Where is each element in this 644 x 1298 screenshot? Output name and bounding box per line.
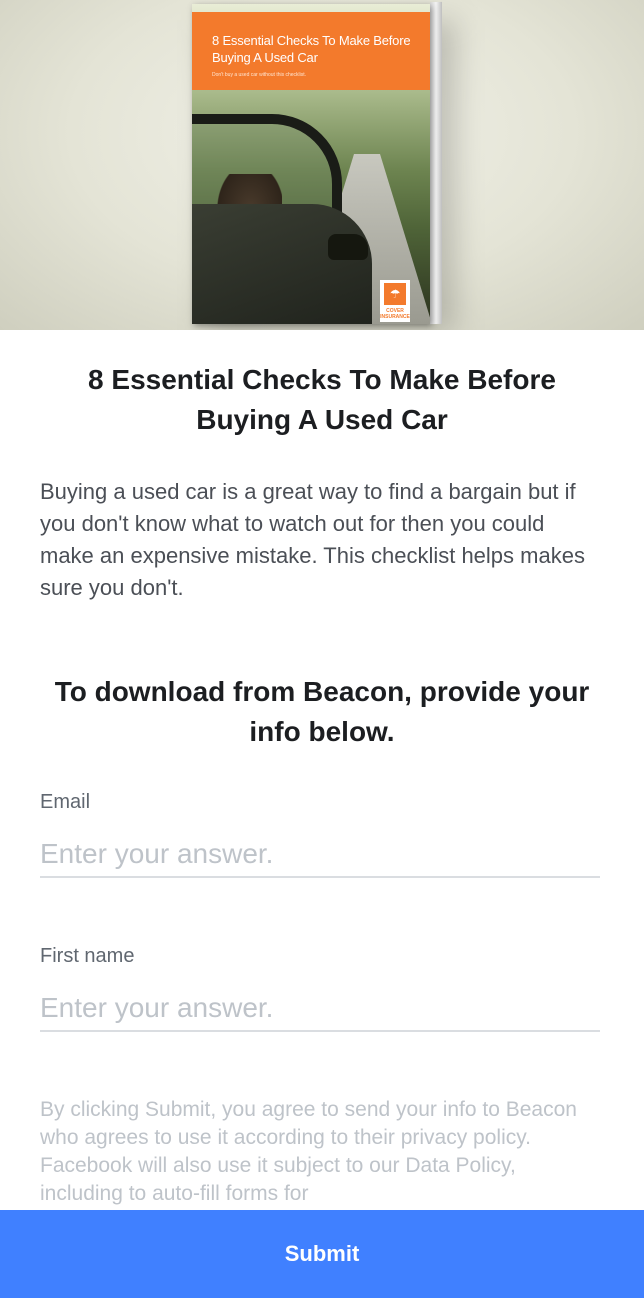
book-spine [430, 1, 442, 325]
first-name-field-group: First name [40, 944, 600, 1032]
first-name-input[interactable] [40, 986, 600, 1032]
brand-logo-text: COVER INSURANCE [380, 308, 410, 320]
cover-subtitle: Don't buy a used car without this checkl… [212, 72, 307, 78]
description-text: Buying a used car is a great way to find… [40, 479, 585, 600]
email-input[interactable] [40, 832, 600, 878]
cover-title-band: 8 Essential Checks To Make Before Buying… [192, 12, 430, 90]
cover-side-mirror [328, 234, 368, 260]
hero-image: 8 Essential Checks To Make Before Buying… [0, 0, 644, 330]
umbrella-icon: ☂ [384, 283, 406, 305]
cover-car-door [192, 204, 372, 324]
brand-logo: ☂ COVER INSURANCE [380, 280, 410, 322]
download-prompt: To download from Beacon, provide your in… [54, 676, 590, 747]
privacy-disclaimer: By clicking Submit, you agree to send yo… [40, 1098, 577, 1205]
cover-title: 8 Essential Checks To Make Before Buying… [212, 33, 411, 65]
page-title: 8 Essential Checks To Make Before Buying… [88, 364, 556, 435]
first-name-label: First name [40, 945, 135, 967]
ebook-cover: 8 Essential Checks To Make Before Buying… [192, 4, 430, 324]
email-field-group: Email [40, 790, 600, 878]
email-label: Email [40, 791, 91, 813]
submit-button[interactable]: Submit [0, 1210, 644, 1298]
